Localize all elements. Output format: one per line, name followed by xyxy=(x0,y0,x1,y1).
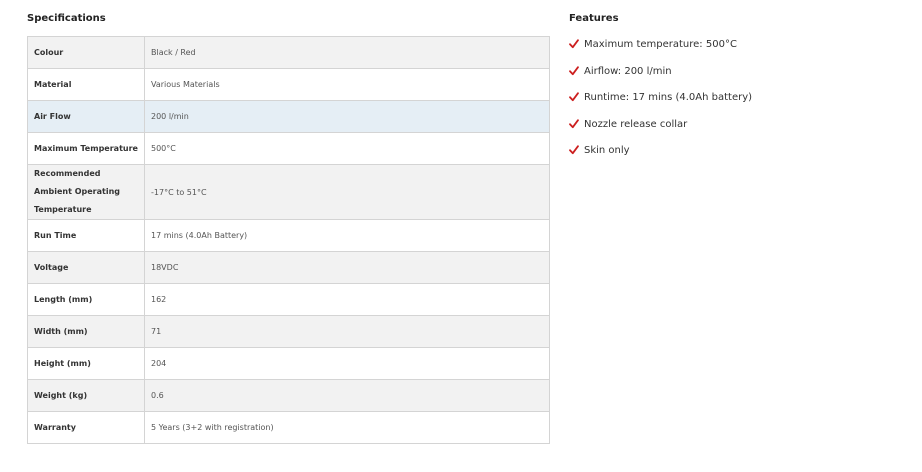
table-row: Colour Black / Red xyxy=(27,36,550,69)
spec-label: Maximum Temperature xyxy=(27,132,145,165)
features-heading: Features xyxy=(569,13,619,24)
spec-label: Voltage xyxy=(27,251,145,284)
table-row: Run Time 17 mins (4.0Ah Battery) xyxy=(27,219,550,252)
spec-label: Colour xyxy=(27,36,145,69)
table-row: Width (mm) 71 xyxy=(27,315,550,348)
spec-value: 18VDC xyxy=(144,251,550,284)
spec-value: 200 l/min xyxy=(144,100,550,133)
spec-value: -17°C to 51°C xyxy=(144,164,550,220)
spec-label: Material xyxy=(27,68,145,101)
spec-value: 204 xyxy=(144,347,550,380)
list-item: Skin only xyxy=(569,144,752,171)
spec-label: Run Time xyxy=(27,219,145,252)
features-list: Maximum temperature: 500°C Airflow: 200 … xyxy=(569,38,752,171)
spec-label: Recommended Ambient Operating Temperatur… xyxy=(27,164,145,220)
feature-text: Nozzle release collar xyxy=(584,118,688,130)
specifications-section: Specifications Colour Black / Red Materi… xyxy=(27,12,550,444)
spec-label: Air Flow xyxy=(27,100,145,133)
checkmark-icon xyxy=(569,145,579,155)
spec-value: 17 mins (4.0Ah Battery) xyxy=(144,219,550,252)
spec-label: Length (mm) xyxy=(27,283,145,316)
table-row: Air Flow 200 l/min xyxy=(27,100,550,133)
table-row: Recommended Ambient Operating Temperatur… xyxy=(27,164,550,220)
spec-label: Height (mm) xyxy=(27,347,145,380)
table-row: Height (mm) 204 xyxy=(27,347,550,380)
features-section: Features Maximum temperature: 500°C Airf… xyxy=(569,12,899,156)
spec-value: 500°C xyxy=(144,132,550,165)
feature-text: Maximum temperature: 500°C xyxy=(584,39,737,50)
table-row: Length (mm) 162 xyxy=(27,283,550,316)
spec-value: 71 xyxy=(144,315,550,348)
list-item: Runtime: 17 mins (4.0Ah battery) xyxy=(569,91,752,118)
checkmark-icon xyxy=(569,65,579,76)
list-item: Nozzle release collar xyxy=(569,118,752,145)
checkmark-icon xyxy=(569,39,579,49)
feature-text: Skin only xyxy=(584,145,630,156)
spec-value: 5 Years (3+2 with registration) xyxy=(144,411,550,444)
table-row: Voltage 18VDC xyxy=(27,251,550,284)
checkmark-icon xyxy=(569,92,579,102)
feature-text: Airflow: 200 l/min xyxy=(584,65,672,77)
specifications-table: Colour Black / Red Material Various Mate… xyxy=(27,36,550,444)
feature-text: Runtime: 17 mins (4.0Ah battery) xyxy=(584,92,753,103)
spec-label: Warranty xyxy=(27,411,145,444)
list-item: Maximum temperature: 500°C xyxy=(569,38,752,65)
spec-label: Weight (kg) xyxy=(27,379,145,412)
spec-label: Width (mm) xyxy=(27,315,145,348)
table-row: Warranty 5 Years (3+2 with registration) xyxy=(27,411,550,444)
spec-value: 162 xyxy=(144,283,550,316)
specifications-heading: Specifications xyxy=(27,13,106,24)
table-row: Maximum Temperature 500°C xyxy=(27,132,550,165)
table-row: Weight (kg) 0.6 xyxy=(27,379,550,412)
table-row: Material Various Materials xyxy=(27,68,550,101)
checkmark-icon xyxy=(569,118,579,129)
spec-value: Black / Red xyxy=(144,36,550,69)
spec-value: Various Materials xyxy=(144,68,550,101)
spec-value: 0.6 xyxy=(144,379,550,412)
list-item: Airflow: 200 l/min xyxy=(569,65,752,92)
